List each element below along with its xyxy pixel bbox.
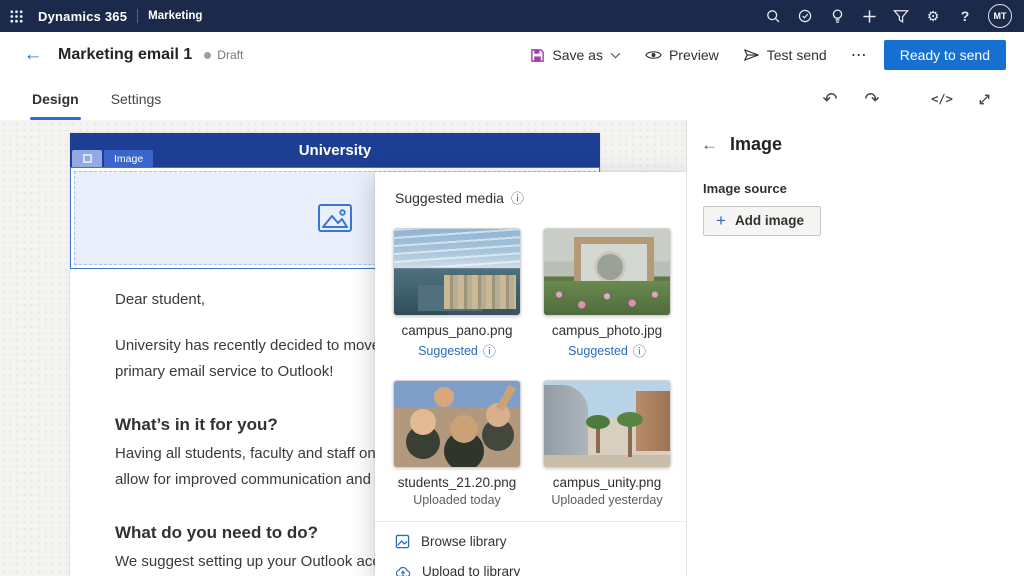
thumbnail-campus-unity[interactable] xyxy=(543,380,671,468)
avatar[interactable]: MT xyxy=(988,4,1012,28)
redo-icon[interactable]: ↷ xyxy=(858,85,886,113)
thumbnail-campus-pano[interactable] xyxy=(393,228,521,316)
chevron-down-icon xyxy=(610,52,621,59)
panel-back-icon[interactable]: ← xyxy=(701,135,718,155)
add-image-button[interactable]: + Add image xyxy=(703,206,821,236)
plus-icon[interactable] xyxy=(854,0,884,32)
back-icon[interactable]: ← xyxy=(18,40,48,70)
suggested-media-popup: Suggested media ⓘ campus_pano.png Sugges… xyxy=(375,172,686,576)
preview-button[interactable]: Preview xyxy=(637,41,727,69)
design-canvas[interactable]: University Image Dear student, Universit… xyxy=(0,120,686,576)
email-header-text: University xyxy=(299,142,372,159)
test-send-label: Test send xyxy=(767,47,827,63)
media-item-campus-pano[interactable]: campus_pano.png Suggested ⓘ xyxy=(393,228,521,360)
status-dot xyxy=(204,52,211,59)
upload-to-library-label: Upload to library xyxy=(422,564,520,576)
tab-settings[interactable]: Settings xyxy=(107,78,166,120)
media-filename: students_21.20.png xyxy=(393,475,521,490)
thumbnail-students[interactable] xyxy=(393,380,521,468)
top-nav-bar: Dynamics 365 Marketing ⚙ ? MT xyxy=(0,0,1024,32)
search-icon[interactable] xyxy=(758,0,788,32)
page-title: Marketing email 1 xyxy=(58,46,192,64)
info-icon[interactable]: ⓘ xyxy=(511,188,524,207)
media-meta-label: Uploaded today xyxy=(413,493,501,507)
browse-library-icon xyxy=(395,534,410,549)
media-meta-label: Suggested xyxy=(568,344,628,358)
lightbulb-icon[interactable] xyxy=(822,0,852,32)
save-as-button[interactable]: Save as xyxy=(522,41,629,69)
info-icon[interactable]: ⓘ xyxy=(483,341,496,360)
tab-design[interactable]: Design xyxy=(28,78,83,120)
main-area: University Image Dear student, Universit… xyxy=(0,120,1024,576)
command-bar: ← Marketing email 1 Draft Save as Previe… xyxy=(0,32,1024,79)
selection-toolbar: Image xyxy=(72,150,153,167)
selection-label[interactable]: Image xyxy=(104,150,153,167)
media-grid: campus_pano.png Suggested ⓘ campus_photo.… xyxy=(375,207,686,507)
save-as-label: Save as xyxy=(552,47,603,63)
filter-icon[interactable] xyxy=(886,0,916,32)
ready-to-send-button[interactable]: Ready to send xyxy=(884,40,1006,70)
media-item-campus-unity[interactable]: campus_unity.png Uploaded yesterday xyxy=(543,380,671,507)
media-filename: campus_photo.jpg xyxy=(543,323,671,338)
image-icon xyxy=(318,204,352,232)
html-code-icon[interactable]: </> xyxy=(928,85,956,113)
status-badge: Draft xyxy=(217,48,243,62)
send-icon xyxy=(743,48,760,62)
media-filename: campus_unity.png xyxy=(543,475,671,490)
browse-library-button[interactable]: Browse library xyxy=(375,526,686,556)
preview-label: Preview xyxy=(669,47,719,63)
panel-title: Image xyxy=(730,134,782,155)
upload-cloud-icon xyxy=(395,565,411,576)
test-send-button[interactable]: Test send xyxy=(735,41,835,69)
media-item-campus-photo[interactable]: campus_photo.jpg Suggested ⓘ xyxy=(543,228,671,360)
thumbnail-campus-photo[interactable] xyxy=(543,228,671,316)
area-title[interactable]: Marketing xyxy=(148,10,202,22)
expand-icon[interactable] xyxy=(970,85,998,113)
info-icon[interactable]: ⓘ xyxy=(633,341,646,360)
media-filename: campus_pano.png xyxy=(393,323,521,338)
undo-icon[interactable]: ↶ xyxy=(816,85,844,113)
image-source-label: Image source xyxy=(687,155,1024,196)
more-commands-button[interactable]: ⋯ xyxy=(843,45,876,65)
popup-title: Suggested media xyxy=(395,190,504,206)
gear-icon[interactable]: ⚙ xyxy=(918,0,948,32)
media-item-students[interactable]: students_21.20.png Uploaded today xyxy=(393,380,521,507)
popup-divider xyxy=(375,521,686,522)
media-meta-label: Suggested xyxy=(418,344,478,358)
upload-to-library-button[interactable]: Upload to library xyxy=(375,556,686,576)
save-icon xyxy=(530,48,545,63)
select-parent-icon[interactable] xyxy=(72,150,102,167)
topbar-divider xyxy=(137,9,138,23)
help-icon[interactable]: ? xyxy=(950,0,980,32)
image-properties-panel: ← Image Image source + Add image xyxy=(686,120,1024,576)
check-circle-icon[interactable] xyxy=(790,0,820,32)
plus-icon: + xyxy=(716,212,726,229)
tab-bar: Design Settings ↶ ↷ </> xyxy=(0,78,1024,121)
app-title[interactable]: Dynamics 365 xyxy=(38,9,127,24)
waffle-icon[interactable] xyxy=(0,0,32,32)
add-image-label: Add image xyxy=(735,213,804,228)
media-meta-label: Uploaded yesterday xyxy=(551,493,662,507)
eye-icon xyxy=(645,49,662,61)
browse-library-label: Browse library xyxy=(421,534,507,549)
email-header-block[interactable]: University Image xyxy=(70,133,600,167)
